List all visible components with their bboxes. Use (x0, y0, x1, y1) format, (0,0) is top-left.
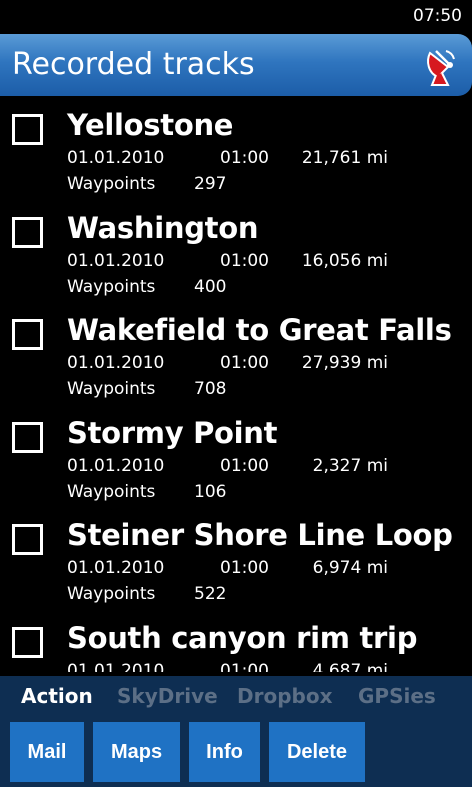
waypoints-label: Waypoints (67, 379, 156, 399)
tab-skydrive[interactable]: SkyDrive (117, 684, 218, 708)
page-title: Recorded tracks (12, 47, 255, 82)
waypoints-label: Waypoints (67, 584, 156, 604)
tab-action[interactable]: Action (21, 684, 93, 708)
maps-button[interactable]: Maps (93, 722, 180, 782)
track-checkbox[interactable] (12, 627, 43, 658)
tab-gpsies[interactable]: GPSies (358, 684, 436, 708)
waypoints-count: 297 (194, 174, 227, 194)
track-row[interactable]: Steiner Shore Line Loop 01.01.2010 01:00… (0, 512, 472, 614)
track-name: Yellostone (67, 108, 234, 142)
track-list[interactable]: Yellostone 01.01.2010 01:00 21,761 mi Wa… (0, 102, 472, 672)
track-name: Stormy Point (67, 416, 278, 450)
track-duration: 01:00 (220, 558, 269, 578)
tab-dropbox[interactable]: Dropbox (237, 684, 332, 708)
status-bar: 07:50 (0, 0, 472, 32)
track-duration: 01:00 (220, 353, 269, 373)
track-name: Wakefield to Great Falls (67, 313, 452, 347)
action-panel: Action SkyDrive Dropbox GPSies Mail Maps… (0, 676, 472, 787)
delete-button[interactable]: Delete (269, 722, 365, 782)
track-distance: 2,327 mi (312, 456, 388, 476)
track-date: 01.01.2010 (67, 251, 165, 271)
status-time: 07:50 (413, 6, 462, 26)
track-name: Washington (67, 211, 259, 245)
track-name: South canyon rim trip (67, 621, 418, 655)
waypoints-count: 400 (194, 277, 227, 297)
track-row[interactable]: South canyon rim trip 01.01.2010 01:00 4… (0, 615, 472, 672)
waypoints-count: 522 (194, 584, 227, 604)
track-duration: 01:00 (220, 148, 269, 168)
title-bar: Recorded tracks (0, 34, 472, 96)
track-distance: 21,761 mi (301, 148, 388, 168)
track-date: 01.01.2010 (67, 353, 165, 373)
waypoints-count: 708 (194, 379, 227, 399)
waypoints-label: Waypoints (67, 174, 156, 194)
track-checkbox[interactable] (12, 524, 43, 555)
track-date: 01.01.2010 (67, 661, 165, 672)
track-duration: 01:00 (220, 251, 269, 271)
track-checkbox[interactable] (12, 217, 43, 248)
track-row[interactable]: Wakefield to Great Falls 01.01.2010 01:0… (0, 307, 472, 409)
track-row[interactable]: Washington 01.01.2010 01:00 16,056 mi Wa… (0, 205, 472, 307)
mail-button[interactable]: Mail (10, 722, 84, 782)
waypoints-label: Waypoints (67, 482, 156, 502)
track-row[interactable]: Stormy Point 01.01.2010 01:00 2,327 mi W… (0, 410, 472, 512)
track-duration: 01:00 (220, 456, 269, 476)
waypoints-count: 106 (194, 482, 227, 502)
track-checkbox[interactable] (12, 422, 43, 453)
track-checkbox[interactable] (12, 319, 43, 350)
track-name: Steiner Shore Line Loop (67, 518, 453, 552)
track-distance: 27,939 mi (301, 353, 388, 373)
track-date: 01.01.2010 (67, 148, 165, 168)
track-date: 01.01.2010 (67, 456, 165, 476)
track-distance: 16,056 mi (301, 251, 388, 271)
satellite-dish-icon[interactable] (422, 47, 458, 87)
track-duration: 01:00 (220, 661, 269, 672)
track-row[interactable]: Yellostone 01.01.2010 01:00 21,761 mi Wa… (0, 102, 472, 204)
track-distance: 4,687 mi (312, 661, 388, 672)
waypoints-label: Waypoints (67, 277, 156, 297)
track-distance: 6,974 mi (312, 558, 388, 578)
tab-row: Action SkyDrive Dropbox GPSies (0, 684, 472, 712)
info-button[interactable]: Info (189, 722, 260, 782)
track-date: 01.01.2010 (67, 558, 165, 578)
track-checkbox[interactable] (12, 114, 43, 145)
